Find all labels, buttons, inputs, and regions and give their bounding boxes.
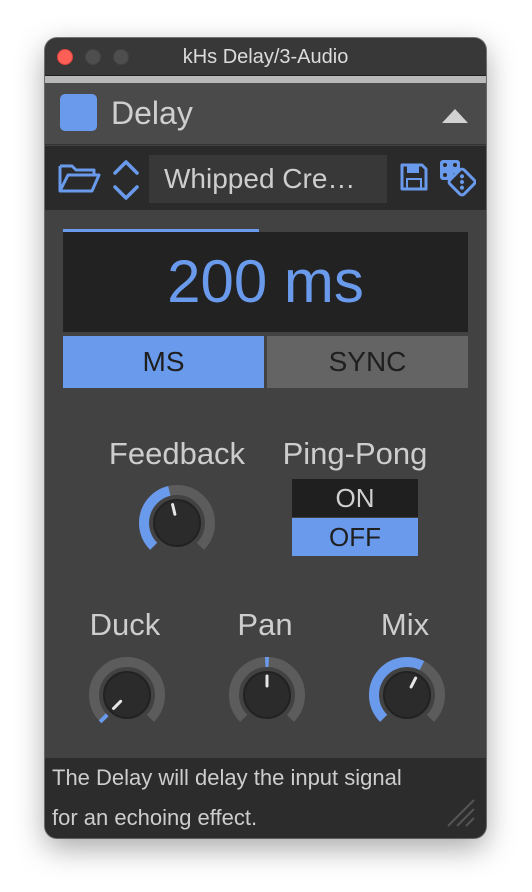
save-icon[interactable]: [399, 162, 429, 192]
device-enable-toggle[interactable]: [60, 94, 97, 131]
knob-cap: [383, 671, 431, 719]
knob-cap: [153, 499, 201, 547]
plugin-window: kHs Delay/3-Audio Delay Whipped Cre… 200…: [45, 38, 486, 838]
preset-name-field[interactable]: Whipped Cre…: [149, 155, 387, 203]
ping-pong-label: Ping-Pong: [282, 436, 428, 471]
knob-cap: [103, 671, 151, 719]
collapse-triangle-icon[interactable]: [442, 109, 468, 123]
mode-sync-button[interactable]: SYNC: [267, 336, 468, 388]
duck-label: Duck: [89, 607, 161, 642]
duck-knob[interactable]: [87, 655, 167, 735]
mix-knob[interactable]: [367, 655, 447, 735]
title-bar[interactable]: kHs Delay/3-Audio: [45, 38, 486, 76]
device-header: Delay: [45, 83, 486, 145]
preset-bar: Whipped Cre…: [45, 146, 486, 210]
ping-pong-on-button[interactable]: ON: [292, 479, 418, 517]
mix-label: Mix: [380, 607, 430, 642]
randomize-dice-icon[interactable]: [438, 158, 476, 198]
mode-ms-button[interactable]: MS: [63, 336, 264, 388]
folder-icon[interactable]: [57, 162, 101, 194]
device-name: Delay: [111, 95, 193, 131]
window-title: kHs Delay/3-Audio: [182, 46, 349, 68]
info-line-1: The Delay will delay the input signal: [52, 765, 402, 790]
feedback-label: Feedback: [108, 436, 246, 471]
up-down-arrows-icon[interactable]: [111, 158, 141, 202]
title-separator: [45, 76, 486, 83]
feedback-knob[interactable]: [137, 483, 217, 563]
pan-knob[interactable]: [227, 655, 307, 735]
delay-time-display[interactable]: 200 ms: [63, 232, 468, 332]
resize-grip-icon[interactable]: [444, 796, 476, 828]
info-text-panel: The Delay will delay the input signal fo…: [45, 758, 486, 838]
pan-label: Pan: [237, 607, 293, 642]
ping-pong-off-button[interactable]: OFF: [292, 518, 418, 556]
info-line-2: for an echoing effect.: [52, 805, 258, 830]
